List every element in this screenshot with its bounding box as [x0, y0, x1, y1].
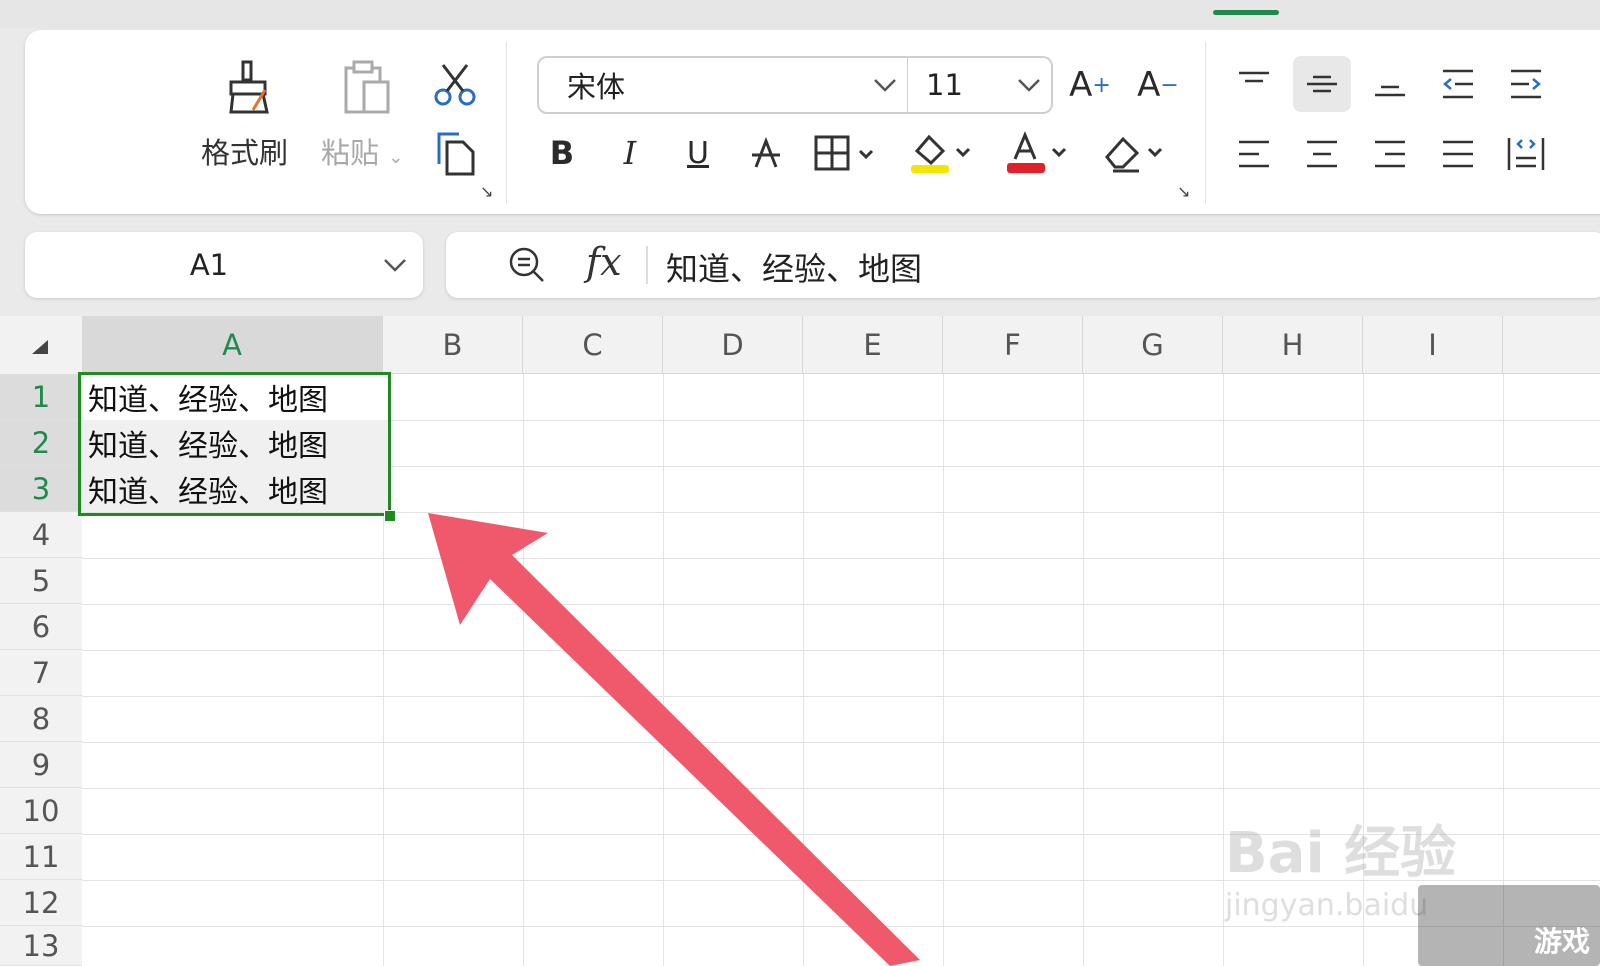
- chevron-down-icon: [1007, 78, 1051, 92]
- row-header[interactable]: 3: [0, 466, 82, 512]
- align-middle-icon[interactable]: [1293, 56, 1351, 112]
- grid-line: [943, 374, 944, 966]
- bold-button[interactable]: B: [537, 128, 587, 178]
- underline-button[interactable]: U: [673, 128, 723, 178]
- row-header[interactable]: 8: [0, 696, 82, 742]
- format-painter-icon[interactable]: [220, 58, 280, 118]
- align-bottom-icon[interactable]: [1361, 56, 1419, 112]
- column-header-b[interactable]: B: [383, 316, 523, 374]
- strikethrough-icon[interactable]: [741, 128, 791, 178]
- row-header[interactable]: 4: [0, 512, 82, 558]
- copy-icon[interactable]: [430, 128, 480, 178]
- name-box[interactable]: A1: [25, 232, 423, 298]
- formula-input[interactable]: 知道、经验、地图: [666, 244, 922, 290]
- decrease-indent-icon[interactable]: [1429, 56, 1487, 112]
- column-header-a[interactable]: A: [82, 316, 383, 374]
- format-painter-label[interactable]: 格式刷: [201, 130, 288, 172]
- top-strip: [0, 0, 1600, 28]
- column-header-d[interactable]: D: [663, 316, 803, 374]
- column-header-bar: A B C D E F G H I: [0, 316, 1600, 374]
- font-name-value: 宋体: [567, 70, 626, 104]
- ribbon-separator: [1205, 42, 1206, 204]
- row-header[interactable]: 7: [0, 650, 82, 696]
- annotation-arrow: [428, 513, 920, 966]
- row-header[interactable]: 13: [0, 926, 82, 966]
- row-header[interactable]: 5: [0, 558, 82, 604]
- decrease-font-size-icon[interactable]: A −: [1133, 60, 1183, 110]
- align-top-icon[interactable]: [1225, 56, 1283, 112]
- eraser-icon[interactable]: [1097, 126, 1169, 180]
- grid-line: [1503, 374, 1504, 966]
- row-header[interactable]: 6: [0, 604, 82, 650]
- row-header[interactable]: 10: [0, 788, 82, 834]
- baidu-watermark-url: jingyan.baidu: [1225, 888, 1429, 923]
- formula-separator: [646, 246, 648, 284]
- row-header[interactable]: 1: [0, 374, 82, 420]
- active-tab-indicator: [1213, 10, 1279, 15]
- font-size-value: 11: [926, 68, 963, 102]
- justify-icon[interactable]: [1429, 126, 1487, 182]
- align-right-icon[interactable]: [1361, 126, 1419, 182]
- clipboard-dialog-launcher[interactable]: ↘: [480, 182, 493, 201]
- selection-range: [78, 372, 391, 516]
- row-header[interactable]: 11: [0, 834, 82, 880]
- game-site-logo-text: 游戏: [1533, 925, 1590, 958]
- font-color-icon[interactable]: [1001, 126, 1073, 180]
- name-box-value: A1: [189, 248, 229, 282]
- row-header[interactable]: 2: [0, 420, 82, 466]
- zoom-icon[interactable]: [504, 242, 550, 288]
- column-header-f[interactable]: F: [943, 316, 1083, 374]
- paste-icon[interactable]: [337, 58, 397, 118]
- align-center-icon[interactable]: [1293, 126, 1351, 182]
- borders-icon[interactable]: [810, 128, 882, 178]
- formula-bar[interactable]: fx 知道、经验、地图: [446, 232, 1600, 298]
- column-header-g[interactable]: G: [1083, 316, 1223, 374]
- fill-handle[interactable]: [384, 510, 396, 522]
- game-site-logo: 游戏: [1418, 885, 1600, 966]
- column-header-c[interactable]: C: [523, 316, 663, 374]
- baidu-watermark: Bai 经验: [1225, 821, 1457, 886]
- fx-icon[interactable]: fx: [586, 240, 622, 284]
- align-left-icon[interactable]: [1225, 126, 1283, 182]
- paste-label[interactable]: 粘贴 ⌄: [321, 130, 403, 172]
- distributed-align-icon[interactable]: [1497, 126, 1555, 182]
- ribbon-toolbar: 格式刷 粘贴 ⌄ ↘ 宋体 11 A + A − B I U ↘: [25, 30, 1600, 214]
- chevron-down-icon[interactable]: [367, 258, 423, 272]
- select-all-corner[interactable]: [0, 316, 82, 374]
- font-name-select[interactable]: 宋体: [537, 56, 909, 114]
- column-header-e[interactable]: E: [803, 316, 943, 374]
- increase-font-size-icon[interactable]: A +: [1065, 60, 1115, 110]
- increase-indent-icon[interactable]: [1497, 56, 1555, 112]
- font-size-select[interactable]: 11: [907, 56, 1053, 114]
- row-header[interactable]: 12: [0, 880, 82, 926]
- grid-line: [1223, 374, 1224, 966]
- cut-icon[interactable]: [430, 60, 480, 110]
- column-header-h[interactable]: H: [1223, 316, 1363, 374]
- chevron-down-icon: [863, 78, 907, 92]
- fill-color-icon[interactable]: [905, 126, 977, 180]
- font-dialog-launcher[interactable]: ↘: [1177, 182, 1190, 201]
- column-header-i[interactable]: I: [1363, 316, 1503, 374]
- italic-button[interactable]: I: [605, 128, 655, 178]
- row-header[interactable]: 9: [0, 742, 82, 788]
- ribbon-separator: [506, 42, 507, 204]
- grid-line: [1083, 374, 1084, 966]
